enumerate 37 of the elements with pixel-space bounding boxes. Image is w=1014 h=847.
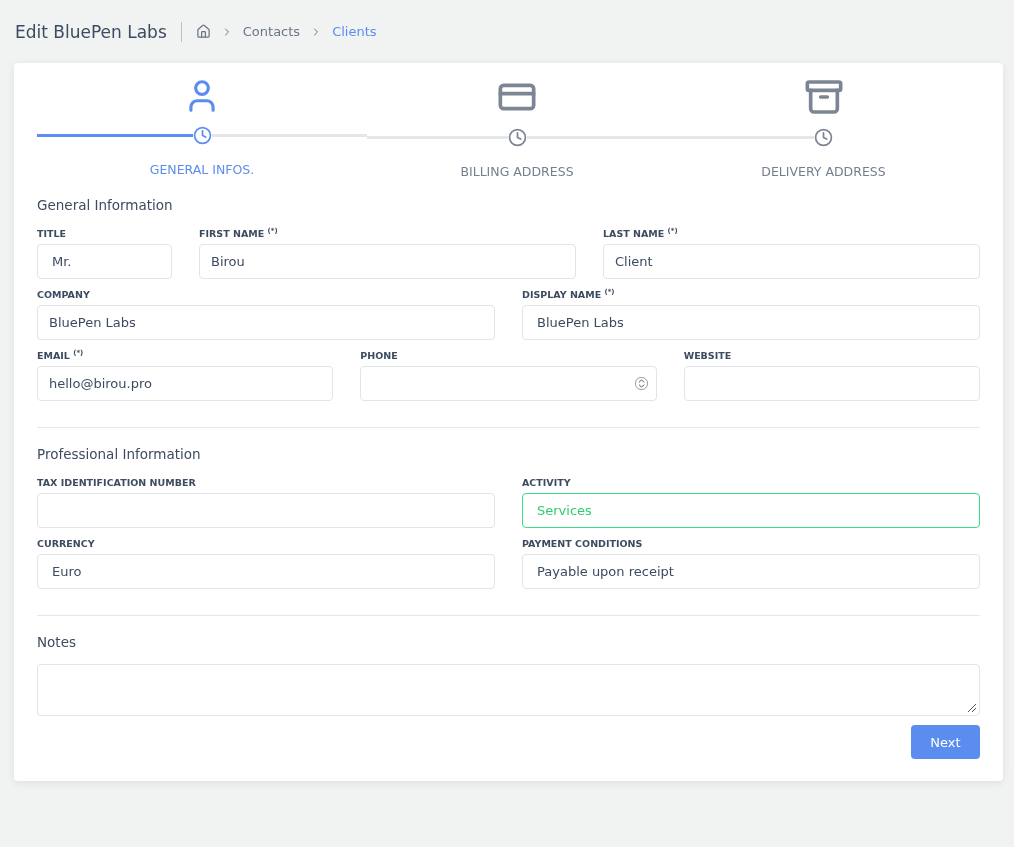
input-field[interactable] <box>360 366 657 401</box>
page-title: Edit BluePen Labs <box>14 21 167 42</box>
input-field[interactable]: Birou <box>199 244 576 279</box>
field-label: CURRENCY <box>37 537 96 551</box>
section-title: Professional Information <box>37 445 202 464</box>
field-label: PAYMENT CONDITIONS <box>522 537 644 551</box>
field-label: LAST NAME $^{(*)}$ <box>603 227 679 241</box>
clock-icon <box>507 128 527 147</box>
select-field[interactable]: Euro <box>37 554 495 589</box>
field-label: FIRST NAME $^{(*)}$ <box>199 227 279 241</box>
section-title: General Information <box>37 196 174 215</box>
field-label: DISPLAY NAME $^{(*)}$ <box>522 288 616 302</box>
field-label: TAX IDENTIFICATION NUMBER <box>37 476 197 490</box>
input-field[interactable]: BluePen Labs <box>37 305 495 340</box>
spinner-icon[interactable] <box>634 377 648 390</box>
resize-grip-icon[interactable] <box>967 703 977 713</box>
select-field[interactable]: Payable upon receipt <box>522 554 980 589</box>
clock-icon <box>814 128 833 147</box>
breadcrumb-link[interactable]: Contacts <box>242 24 301 39</box>
archive-box-icon <box>803 77 844 117</box>
step-tab[interactable]: DELIVERY ADDRESS <box>761 164 886 179</box>
field-label: TITLE <box>37 227 68 241</box>
select-field[interactable]: BluePen Labs <box>522 305 980 340</box>
input-field[interactable] <box>683 366 980 401</box>
field-label: PHONE <box>360 349 399 363</box>
step-tab[interactable]: BILLING ADDRESS <box>460 164 574 179</box>
select-field[interactable]: Mr. <box>37 244 172 279</box>
input-field[interactable] <box>37 493 495 528</box>
textarea-field[interactable] <box>37 664 980 716</box>
field-label: COMPANY <box>37 288 91 302</box>
section-title: Notes <box>37 633 77 652</box>
home-icon[interactable] <box>195 24 211 39</box>
field-label: EMAIL $^{(*)}$ <box>37 349 85 363</box>
input-field[interactable]: Client <box>603 244 980 279</box>
field-label: ACTIVITY <box>522 476 572 490</box>
input-field[interactable]: hello@birou.pro <box>37 366 334 401</box>
field-label: WEBSITE <box>683 349 733 363</box>
